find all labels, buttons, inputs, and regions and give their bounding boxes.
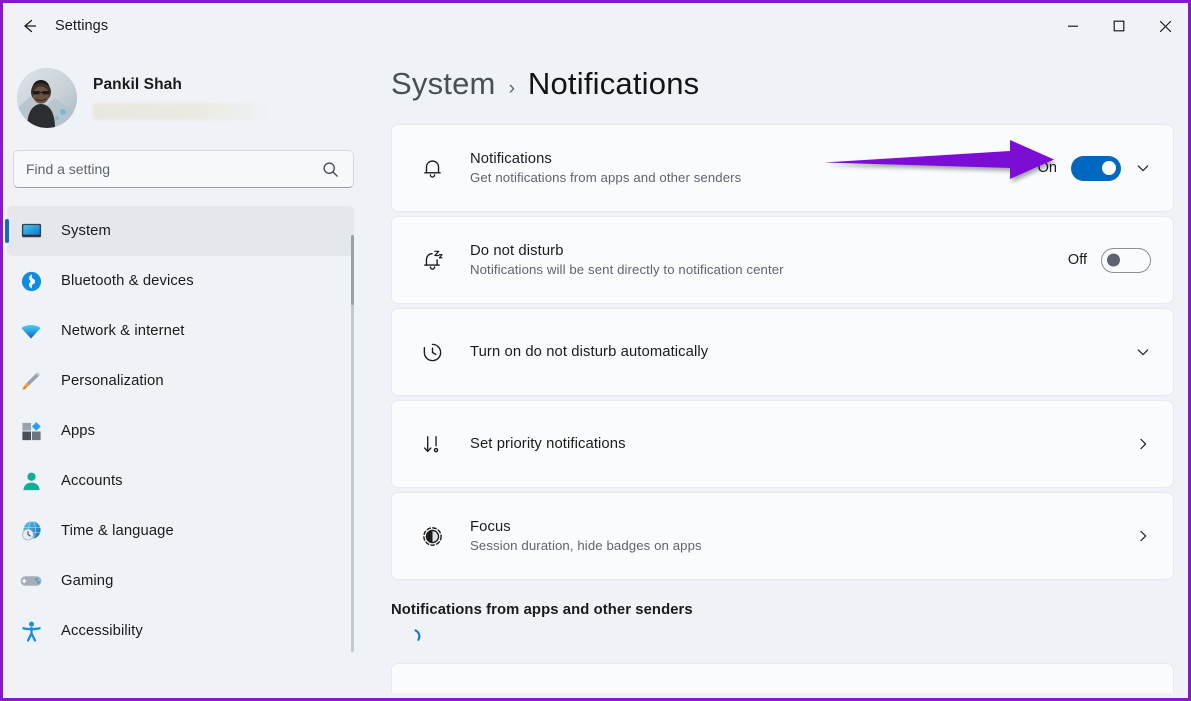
page-title: Notifications — [527, 66, 700, 101]
bell-icon — [412, 156, 452, 181]
accessibility-icon — [17, 617, 45, 645]
card-text: Set priority notifications — [470, 436, 1135, 452]
paintbrush-icon — [17, 367, 45, 395]
sidebar-item-label: Personalization — [61, 373, 164, 389]
sidebar-item-label: System — [61, 223, 111, 239]
sidebar-item-label: Accessibility — [61, 623, 143, 639]
card-subtitle: Session duration, hide badges on apps — [470, 538, 702, 553]
sidebar-item-apps[interactable]: Apps — [7, 406, 354, 456]
system-icon — [17, 217, 45, 245]
card-title: Do not disturb — [470, 243, 564, 259]
sidebar-item-label: Network & internet — [61, 323, 185, 339]
sidebar-item-bluetooth-devices[interactable]: Bluetooth & devices — [7, 256, 354, 306]
avatar — [17, 68, 77, 128]
sidebar-item-label: Bluetooth & devices — [61, 273, 194, 289]
chevron-right-icon[interactable] — [1135, 528, 1151, 544]
breadcrumb-parent[interactable]: System — [391, 66, 496, 102]
clock-history-icon — [412, 340, 452, 365]
sidebar-item-accounts[interactable]: Accounts — [7, 456, 354, 506]
bluetooth-icon — [17, 267, 45, 295]
focus-timer-icon — [412, 524, 452, 549]
sidebar-item-system[interactable]: System — [5, 206, 354, 256]
do-not-disturb-toggle[interactable] — [1101, 247, 1151, 273]
card-notifications[interactable]: Notifications Get notifications from app… — [391, 124, 1174, 212]
sidebar-item-label: Gaming — [61, 573, 114, 589]
breadcrumb: System › Notifications — [368, 49, 1188, 102]
close-button[interactable] — [1142, 3, 1188, 49]
chevron-down-icon[interactable] — [1135, 160, 1151, 176]
settings-card-list: Notifications Get notifications from app… — [368, 124, 1188, 580]
card-controls — [1135, 436, 1151, 452]
section-title: Notifications from apps and other sender… — [391, 602, 693, 618]
sidebar-item-network-internet[interactable]: Network & internet — [7, 306, 354, 356]
bell-sleep-icon — [412, 248, 452, 273]
maximize-button[interactable] — [1096, 3, 1142, 49]
sidebar-item-label: Apps — [61, 423, 96, 439]
sidebar-nav: System Bluetooth & devices Network & int… — [3, 206, 368, 678]
sidebar-item-gaming[interactable]: Gaming — [7, 556, 354, 606]
card-title: Notifications — [470, 151, 552, 167]
window-controls — [1050, 3, 1188, 49]
maximize-icon — [1113, 20, 1125, 32]
clock-globe-icon — [17, 517, 45, 545]
search-input[interactable] — [14, 161, 322, 177]
card-subtitle: Notifications will be sent directly to n… — [470, 262, 784, 277]
toggle-knob — [1102, 161, 1116, 175]
card-title: Focus — [470, 519, 511, 535]
avatar-photo — [17, 68, 77, 128]
card-text: Notifications Get notifications from app… — [470, 151, 1035, 185]
profile-text: Pankil Shah — [93, 76, 268, 120]
chevron-down-icon[interactable] — [1135, 344, 1151, 360]
profile-email-redacted — [93, 103, 268, 120]
sidebar-item-label: Time & language — [61, 523, 174, 539]
card-turn-on-dnd-automatically[interactable]: Turn on do not disturb automatically — [391, 308, 1174, 396]
gamepad-icon — [17, 567, 45, 595]
apps-icon — [17, 417, 45, 445]
settings-window: Settings Pankil Shah Find a setting Syst… — [0, 0, 1191, 701]
search-box[interactable] — [13, 150, 354, 188]
window-title: Settings — [55, 18, 109, 34]
sidebar-scrollbar-thumb[interactable] — [351, 235, 354, 305]
chevron-right-icon[interactable] — [1135, 436, 1151, 452]
main-content: System › Notifications Notifications Get… — [368, 49, 1188, 698]
apps-senders-section: Notifications from apps and other sender… — [368, 584, 1188, 652]
sidebar-item-label: Accounts — [61, 473, 123, 489]
wifi-icon — [17, 317, 45, 345]
card-do-not-disturb[interactable]: Do not disturb Notifications will be sen… — [391, 216, 1174, 304]
card-controls: Off — [1065, 247, 1151, 273]
toggle-state-label: Off — [1067, 252, 1087, 268]
priority-arrow-icon — [412, 432, 452, 457]
accounts-icon — [17, 467, 45, 495]
card-text: Turn on do not disturb automatically — [470, 344, 1135, 360]
card-text: Do not disturb Notifications will be sen… — [470, 243, 1065, 277]
card-subtitle: Get notifications from apps and other se… — [470, 170, 742, 185]
user-profile[interactable]: Pankil Shah — [3, 49, 368, 131]
card-controls — [1135, 528, 1151, 544]
title-bar: Settings — [3, 3, 1188, 49]
card-title: Turn on do not disturb automatically — [470, 344, 709, 360]
loading-spinner-icon — [405, 627, 1188, 652]
profile-name: Pankil Shah — [93, 76, 182, 93]
back-button[interactable] — [9, 10, 49, 42]
loading-placeholder-card — [391, 663, 1174, 693]
card-controls — [1135, 344, 1151, 360]
sidebar-item-time-language[interactable]: Time & language — [7, 506, 354, 556]
toggle-state-label: On — [1037, 160, 1057, 176]
sidebar-item-personalization[interactable]: Personalization — [7, 356, 354, 406]
card-title: Set priority notifications — [470, 436, 626, 452]
card-set-priority-notifications[interactable]: Set priority notifications — [391, 400, 1174, 488]
back-arrow-icon — [24, 19, 37, 33]
minimize-button[interactable] — [1050, 3, 1096, 49]
search-icon — [322, 161, 353, 178]
card-focus[interactable]: Focus Session duration, hide badges on a… — [391, 492, 1174, 580]
sidebar: Pankil Shah Find a setting System Blueto… — [3, 49, 368, 698]
card-text: Focus Session duration, hide badges on a… — [470, 519, 1135, 553]
minimize-icon — [1068, 25, 1078, 27]
close-icon — [1159, 20, 1171, 32]
card-controls: On — [1035, 155, 1151, 181]
toggle-knob — [1107, 253, 1120, 267]
notifications-toggle[interactable] — [1071, 155, 1121, 181]
breadcrumb-separator: › — [508, 78, 515, 99]
sidebar-item-accessibility[interactable]: Accessibility — [7, 606, 354, 656]
